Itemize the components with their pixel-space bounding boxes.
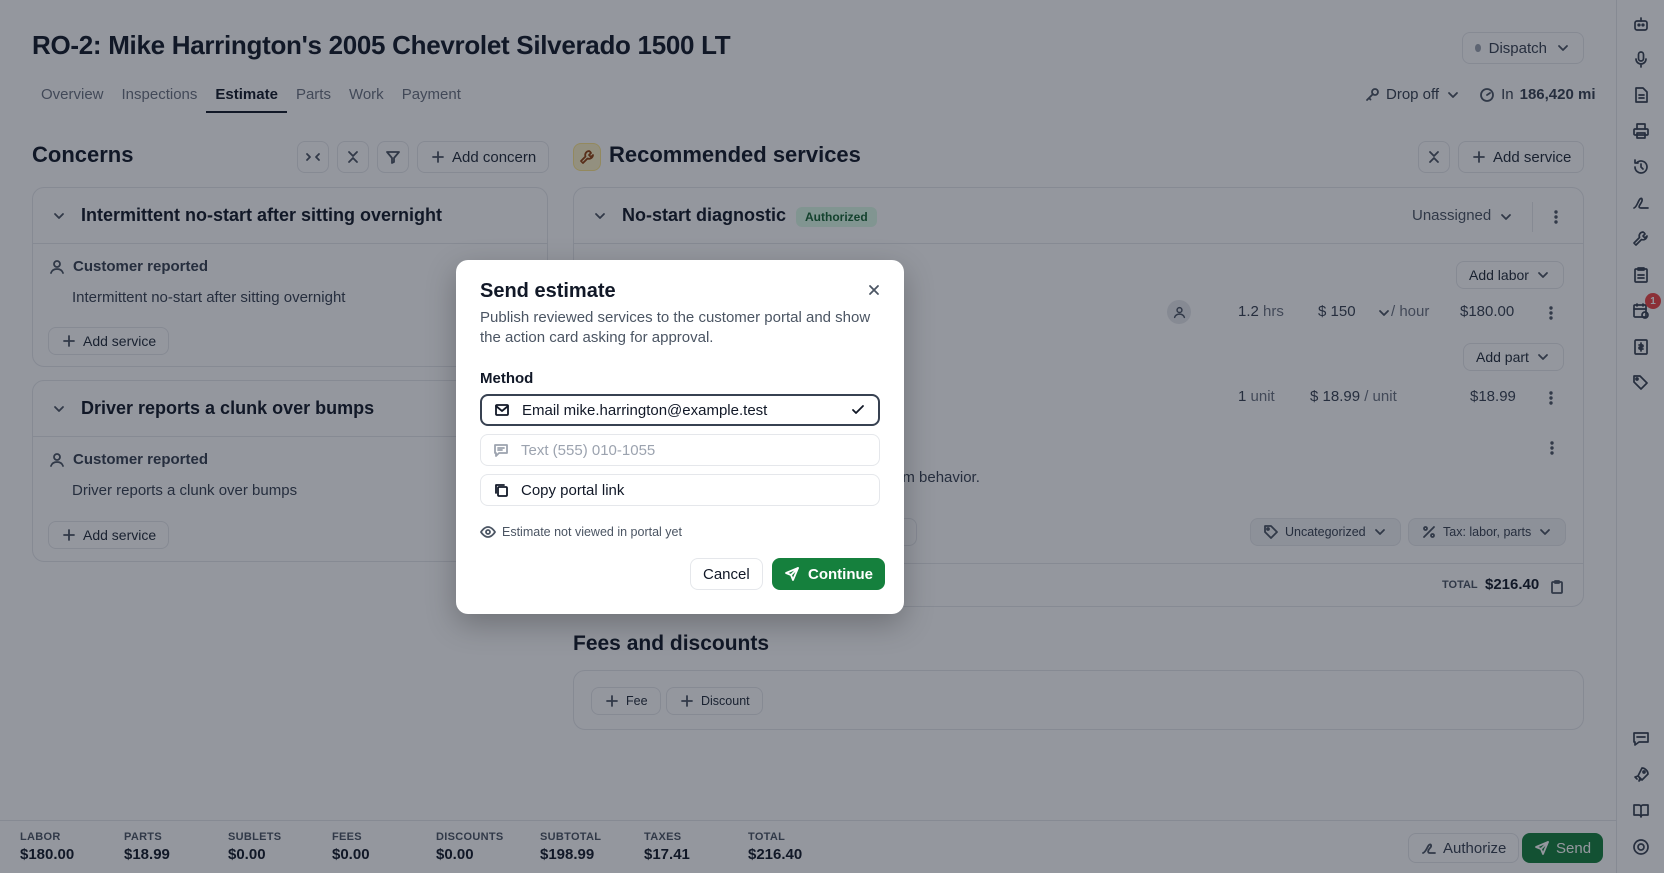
send-estimate-dialog: Send estimate Publish reviewed services … [456, 260, 904, 614]
copy-link-option[interactable]: Copy portal link [480, 474, 880, 506]
portal-view-note: Estimate not viewed in portal yet [502, 525, 682, 539]
close-icon[interactable] [866, 282, 882, 298]
email-option-label: Email mike.harrington@example.test [522, 401, 768, 419]
eye-icon [480, 524, 496, 540]
mail-icon [494, 402, 510, 418]
dialog-description: Publish reviewed services to the custome… [480, 309, 871, 346]
cancel-button[interactable]: Cancel [690, 558, 763, 590]
check-icon [850, 402, 866, 418]
message-icon [493, 442, 509, 458]
copy-icon [493, 482, 509, 498]
copy-link-option-label: Copy portal link [521, 481, 625, 499]
text-option: Text (555) 010-1055 [480, 434, 880, 466]
email-option[interactable]: Email mike.harrington@example.test [480, 394, 880, 426]
text-option-label: Text (555) 010-1055 [521, 441, 656, 459]
continue-button[interactable]: Continue [772, 558, 885, 590]
method-label: Method [480, 370, 534, 387]
send-icon [784, 566, 800, 582]
dialog-title: Send estimate [480, 280, 616, 302]
continue-label: Continue [808, 565, 873, 583]
portal-view-status: Estimate not viewed in portal yet [480, 524, 682, 540]
